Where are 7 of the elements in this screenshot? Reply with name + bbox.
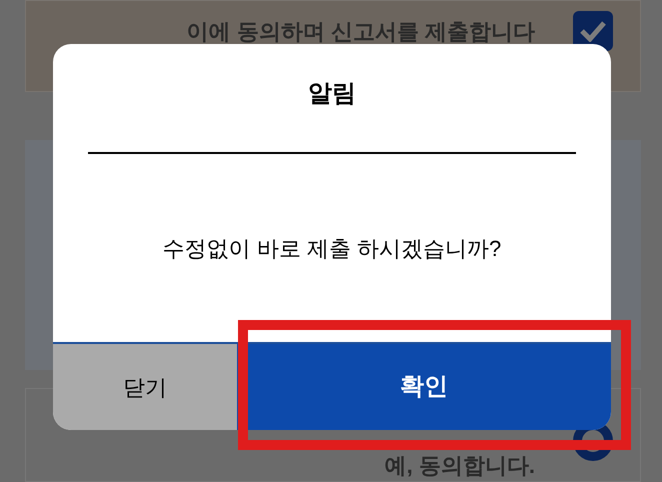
dialog-message: 수정없이 바로 제출 하시겠습니까? [162,234,502,262]
dialog-title: 알림 [308,79,356,109]
agreement-text: 이에 동의하며 신고서를 제출합니다 [186,18,535,46]
confirm-button[interactable]: 확인 [237,344,611,430]
close-button[interactable]: 닫기 [53,344,237,430]
consent-text: 예, 동의합니다. [384,452,535,480]
checkmark-icon [579,20,607,42]
